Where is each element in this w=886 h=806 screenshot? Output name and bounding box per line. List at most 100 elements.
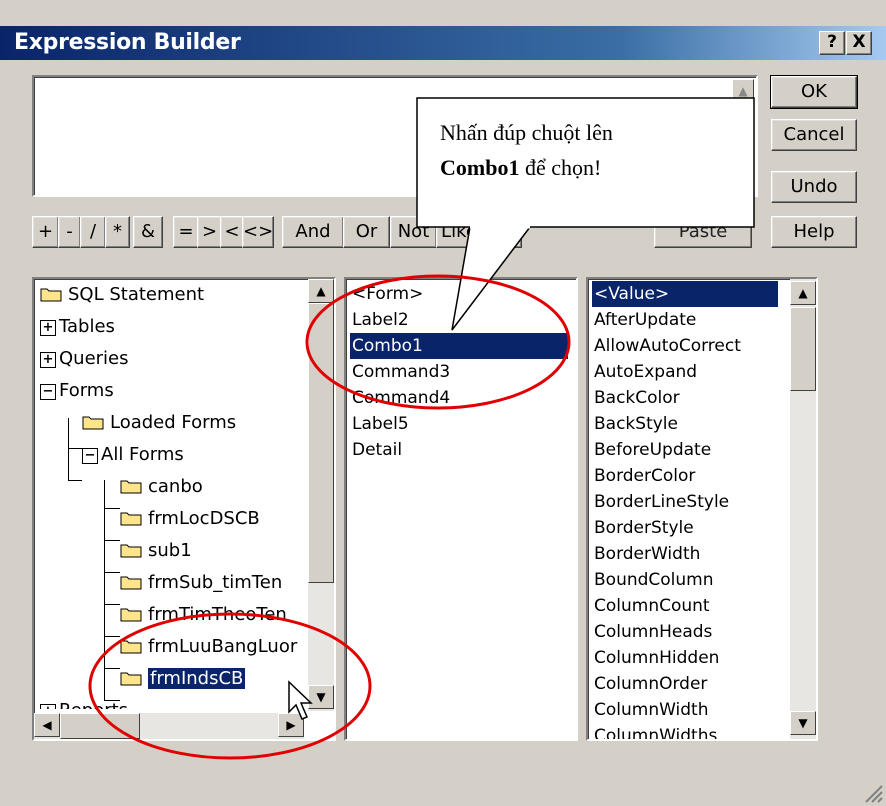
tree-item[interactable]: sub1 [120,537,192,565]
tree-item[interactable]: SQL Statement [40,281,204,309]
paste-button[interactable]: Paste [654,216,752,248]
tree-item[interactable]: − Forms [40,377,114,405]
property-list-item[interactable]: BorderLineStyle [592,489,731,515]
element-list-item[interactable]: Command4 [350,385,452,411]
expand-box-icon[interactable]: − [82,448,98,464]
property-list-item[interactable]: ColumnWidth [592,697,711,723]
operator-button[interactable]: And [282,216,344,248]
scrollbar-thumb[interactable] [308,303,334,583]
tree-connector-line [104,668,120,669]
property-list-item[interactable]: BorderColor [592,463,697,489]
element-list-item[interactable]: Command3 [350,359,452,385]
resize-grip-icon[interactable] [862,782,884,804]
tree-connector-line [104,508,120,509]
operator-button[interactable]: > [197,216,222,248]
folder-icon [120,608,142,622]
tree-item-label: sub1 [148,540,192,561]
tree-item[interactable]: frmTimTheoTen [120,601,287,629]
folder-icon [120,480,142,494]
help-button[interactable]: Help [771,216,857,248]
tree-item-label: canbo [148,476,203,497]
tree-item[interactable]: frmLocDSCB [120,505,260,533]
tree-item-label: Tables [59,316,115,337]
scroll-down-icon[interactable]: ▼ [790,711,816,735]
property-list-item[interactable]: <Value> [592,281,778,307]
tree-item[interactable]: + Tables [40,313,115,341]
operator-button[interactable]: - [58,216,81,248]
properties-list[interactable]: <Value> AfterUpdate AllowAutoCorrect AutoEx… [586,277,818,741]
undo-button[interactable]: Undo [771,171,857,203]
tree-connector-line [104,480,105,700]
tree-item[interactable]: Loaded Forms [82,409,236,437]
expand-box-icon[interactable]: + [40,352,56,368]
scrollbar-thumb[interactable] [790,307,816,391]
scrollbar-thumb[interactable] [60,713,140,739]
close-button[interactable]: X [846,31,872,55]
operator-button[interactable]: = [173,216,199,248]
element-list-item[interactable]: Label5 [350,411,411,437]
tree-item[interactable]: − All Forms [82,441,184,469]
element-list-item[interactable]: Detail [350,437,404,463]
property-list-item[interactable]: ColumnHeads [592,619,714,645]
property-list-item[interactable]: BorderWidth [592,541,702,567]
tree-connector-line [104,700,120,701]
scroll-up-icon[interactable]: ▲ [308,279,334,303]
tree-item[interactable]: frmIndsCB [120,665,246,693]
expand-box-icon[interactable]: + [40,704,56,709]
tree-item[interactable]: frmSub_timTen [120,569,282,597]
property-list-item[interactable]: AutoExpand [592,359,699,385]
scroll-up-icon[interactable]: ▲ [732,79,754,101]
operator-button[interactable]: <> [242,216,274,248]
callout-rest: để chọn! [519,155,602,180]
property-list-item[interactable]: AfterUpdate [592,307,698,333]
property-list-item[interactable]: BoundColumn [592,567,716,593]
arrow-cursor-icon [288,680,313,720]
element-list-item[interactable]: <Form> [350,281,425,307]
property-list-item[interactable]: ColumnOrder [592,671,709,697]
scroll-left-icon[interactable]: ◀ [34,713,60,737]
tree-item[interactable]: +Reports [40,697,128,709]
tree-item-label: Reports [59,700,128,709]
tree-item[interactable]: frmLuuBangLuor [120,633,297,661]
property-list-item[interactable]: ColumnCount [592,593,712,619]
tree-vertical-scrollbar[interactable]: ▲ ▼ [308,279,334,711]
element-list-item[interactable]: Label2 [350,307,411,333]
tree-item[interactable]: canbo [120,473,203,501]
operator-button[interactable]: Or [343,216,390,248]
operator-button[interactable]: Not [390,216,437,248]
help-title-button[interactable]: ? [819,31,845,55]
operator-button[interactable]: < [220,216,244,248]
operator-button[interactable]: / [80,216,106,248]
callout-bold: Combo1 [440,155,520,180]
property-list-item[interactable]: BorderStyle [592,515,696,541]
expression-textbox[interactable]: ▲ [32,75,758,197]
operator-button[interactable]: () [482,216,522,248]
property-list-item[interactable]: ColumnHidden [592,645,721,671]
expand-box-icon[interactable]: − [40,384,56,400]
property-list-item[interactable]: ColumnWidths [592,723,719,739]
operator-button[interactable]: * [105,216,130,248]
operator-button[interactable]: & [133,216,163,248]
tree-item-label: SQL Statement [68,284,205,305]
property-list-item[interactable]: BackColor [592,385,682,411]
cancel-button[interactable]: Cancel [771,119,857,151]
property-list-item[interactable]: AllowAutoCorrect [592,333,743,359]
elements-list[interactable]: <Form> Label2 Combo1 Command3 Command4 Label5… [344,277,578,741]
property-list-item[interactable]: BackStyle [592,411,680,437]
tree-item[interactable]: + Queries [40,345,129,373]
ok-button[interactable]: OK [770,75,858,109]
element-list-item[interactable]: Combo1 [350,333,568,359]
properties-list-items: <Value> AfterUpdate AllowAutoCorrect AutoEx… [588,279,784,739]
tree-item-label: frmTimTheoTen [148,604,287,625]
tree-item-label: frmSub_timTen [148,572,283,593]
tree-connector-line [68,448,82,449]
object-tree[interactable]: SQL Statement + Tables + Queries − Forms Loaded… [32,277,336,741]
operator-button[interactable]: + [32,216,59,248]
tree-item-label: Loaded Forms [110,412,237,433]
scroll-up-icon[interactable]: ▲ [790,281,816,305]
tree-horizontal-scrollbar[interactable]: ◀ ▶ [34,713,304,739]
properties-vertical-scrollbar[interactable]: ▲ ▼ [790,279,816,739]
expand-box-icon[interactable]: + [40,320,56,336]
property-list-item[interactable]: BeforeUpdate [592,437,713,463]
operator-button[interactable]: Like [436,216,482,248]
